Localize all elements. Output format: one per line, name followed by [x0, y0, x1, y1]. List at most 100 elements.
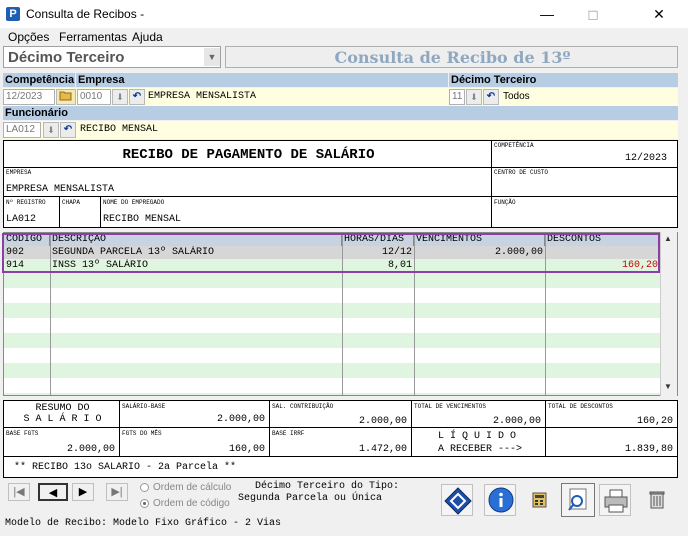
centro-custo-label: CENTRO DE CUSTO — [494, 169, 549, 176]
radio-circle-selected — [140, 498, 149, 508]
menu-bar: Opções Ferramentas Ajuda — [0, 28, 688, 46]
vertical-scrollbar[interactable]: ▲ ▼ — [660, 232, 677, 396]
fgts-mes-value: 160,00 — [228, 444, 265, 455]
total-desc-label: TOTAL DE DESCONTOS — [548, 403, 613, 410]
funcionario-label: Funcionário — [3, 106, 678, 120]
sal-contrib-label: SAL. CONTRIBUIÇÃO — [272, 403, 334, 410]
competencia-box: COMPETÊNCIA 12/2023 — [491, 140, 678, 168]
receipt-type-select[interactable]: Décimo Terceiro ▼ — [3, 46, 221, 68]
funcao-box: FUNÇÃO — [491, 196, 678, 228]
folder-icon[interactable] — [56, 89, 76, 105]
note-box: ** RECIBO 13o SALARIO - 2a Parcela ** — [3, 456, 678, 478]
funcao-label: FUNÇÃO — [494, 199, 516, 206]
prev-icon[interactable]: ◀ — [38, 483, 68, 501]
competencia-value: 12/2023 — [624, 153, 667, 164]
menu-ferramentas[interactable]: Ferramentas — [59, 30, 127, 44]
empresa-receipt-label: EMPRESA — [6, 169, 32, 176]
info-icon[interactable] — [484, 484, 516, 516]
total-venc-label: TOTAL DE VENCIMENTOS — [414, 403, 487, 410]
menu-ajuda[interactable]: Ajuda — [132, 30, 163, 44]
grid-stripe — [4, 363, 660, 378]
liquido-line1: L Í Q U I D O — [438, 431, 517, 442]
registro-value: LA012 — [6, 214, 37, 225]
liquido-label-box: L Í Q U I D O A RECEBER ---> — [411, 427, 546, 457]
empresa-receipt-value: EMPRESA MENSALISTA — [6, 184, 115, 195]
total-venc-box: TOTAL DE VENCIMENTOS 2.000,00 — [411, 400, 546, 428]
down-arrow-icon[interactable]: ⬇ — [112, 89, 128, 105]
decimo-code-input[interactable]: 11 — [449, 89, 465, 105]
minimize-button[interactable]: — — [524, 0, 570, 28]
competencia-input[interactable]: 12/2023 — [3, 89, 55, 105]
base-fgts-box: BASE FGTS 2.000,00 — [3, 427, 120, 457]
tipo-line2: Segunda Parcela ou Única — [238, 493, 383, 504]
base-irrf-label: BASE IRRF — [272, 430, 305, 437]
decimo-terceiro-label: Décimo Terceiro — [449, 73, 678, 87]
centro-custo-box: CENTRO DE CUSTO — [491, 167, 678, 197]
funcionario-code-input[interactable]: LA012 — [3, 122, 41, 138]
receipt-type-value: Décimo Terceiro — [8, 49, 125, 66]
liquido-value-box: 1.839,80 — [545, 427, 678, 457]
empresa-label: Empresa — [76, 73, 448, 87]
base-fgts-value: 2.000,00 — [66, 444, 115, 455]
radio-ordem-codigo-label: Ordem de código — [153, 498, 230, 509]
resumo-line2: S A L Á R I O — [23, 414, 102, 425]
header-title-panel: Consulta de Recibo de 13º — [225, 46, 678, 68]
undo-arrow-icon[interactable]: ↶ — [129, 89, 145, 105]
maximize-button[interactable]: ◻ — [570, 0, 616, 28]
receipt-title: RECIBO DE PAGAMENTO DE SALÁRIO — [122, 147, 375, 163]
undo-arrow-icon[interactable]: ↶ — [60, 122, 76, 138]
diamond-icon[interactable] — [441, 484, 473, 516]
page-title: Consulta de Recibo de 13º — [334, 48, 571, 67]
resumo-box: RESUMO DO S A L Á R I O — [3, 400, 120, 428]
total-desc-box: TOTAL DE DESCONTOS 160,20 — [545, 400, 678, 428]
competencia-label: COMPETÊNCIA — [494, 142, 534, 149]
decimo-name: Todos — [503, 91, 530, 102]
window-title: Consulta de Recibos - — [26, 7, 145, 21]
empresa-box: EMPRESA EMPRESA MENSALISTA — [3, 167, 492, 197]
radio-circle — [140, 482, 149, 492]
resumo-line1: RESUMO DO — [35, 403, 90, 414]
receipt-title-box: RECIBO DE PAGAMENTO DE SALÁRIO — [3, 140, 492, 168]
liquido-value: 1.839,80 — [624, 444, 673, 455]
radio-ordem-codigo[interactable]: Ordem de código — [140, 498, 230, 509]
app-icon: P — [6, 7, 20, 21]
close-button[interactable]: ✕ — [636, 0, 682, 28]
empresa-name: EMPRESA MENSALISTA — [148, 91, 257, 102]
first-icon[interactable]: |◀ — [8, 483, 30, 501]
receipt-note: ** RECIBO 13o SALARIO - 2a Parcela ** — [14, 462, 237, 473]
grid-stripe — [4, 333, 660, 348]
registro-label: Nº REGISTRO — [6, 199, 46, 206]
fgts-mes-box: FGTS DO MÊS 160,00 — [119, 427, 270, 457]
funcionario-name: RECIBO MENSAL — [80, 124, 159, 135]
salario-base-box: SALÁRIO-BASE 2.000,00 — [119, 400, 270, 428]
tipo-line1: Décimo Terceiro do Tipo: — [255, 481, 400, 492]
total-venc-value: 2.000,00 — [492, 416, 541, 427]
base-fgts-label: BASE FGTS — [6, 430, 39, 437]
scroll-up-icon[interactable]: ▲ — [664, 234, 672, 243]
salario-base-value: 2.000,00 — [216, 414, 265, 425]
chapa-label: CHAPA — [62, 199, 81, 206]
down-arrow-icon[interactable]: ⬇ — [466, 89, 482, 105]
preview-icon[interactable] — [561, 483, 595, 517]
last-icon[interactable]: ▶| — [106, 483, 128, 501]
selection-highlight — [2, 233, 660, 273]
scroll-down-icon[interactable]: ▼ — [664, 382, 672, 391]
down-arrow-icon[interactable]: ⬇ — [43, 122, 59, 138]
menu-opcoes[interactable]: Opções — [8, 30, 49, 44]
filter-row-2: LA012 ⬇ ↶ RECIBO MENSAL — [3, 121, 678, 139]
printer-icon[interactable] — [599, 484, 631, 516]
liquido-line2: A RECEBER ---> — [438, 444, 523, 455]
undo-arrow-icon[interactable]: ↶ — [483, 89, 499, 105]
next-icon[interactable]: ▶ — [72, 483, 94, 501]
title-bar: P Consulta de Recibos - — ◻ ✕ — [0, 0, 688, 28]
radio-ordem-calculo[interactable]: Ordem de cálculo — [140, 482, 231, 493]
base-irrf-box: BASE IRRF 1.472,00 — [269, 427, 412, 457]
chevron-down-icon[interactable]: ▼ — [204, 48, 220, 66]
trash-icon[interactable] — [641, 484, 673, 516]
radio-ordem-calculo-label: Ordem de cálculo — [153, 482, 232, 493]
calculator-icon[interactable] — [523, 484, 555, 516]
competencia-label: Competência — [3, 73, 75, 87]
grid-stripe — [4, 393, 660, 395]
filter-row-1: 12/2023 0010 ⬇ ↶ EMPRESA MENSALISTA 11 ⬇… — [3, 88, 678, 106]
empresa-code-input[interactable]: 0010 — [77, 89, 111, 105]
